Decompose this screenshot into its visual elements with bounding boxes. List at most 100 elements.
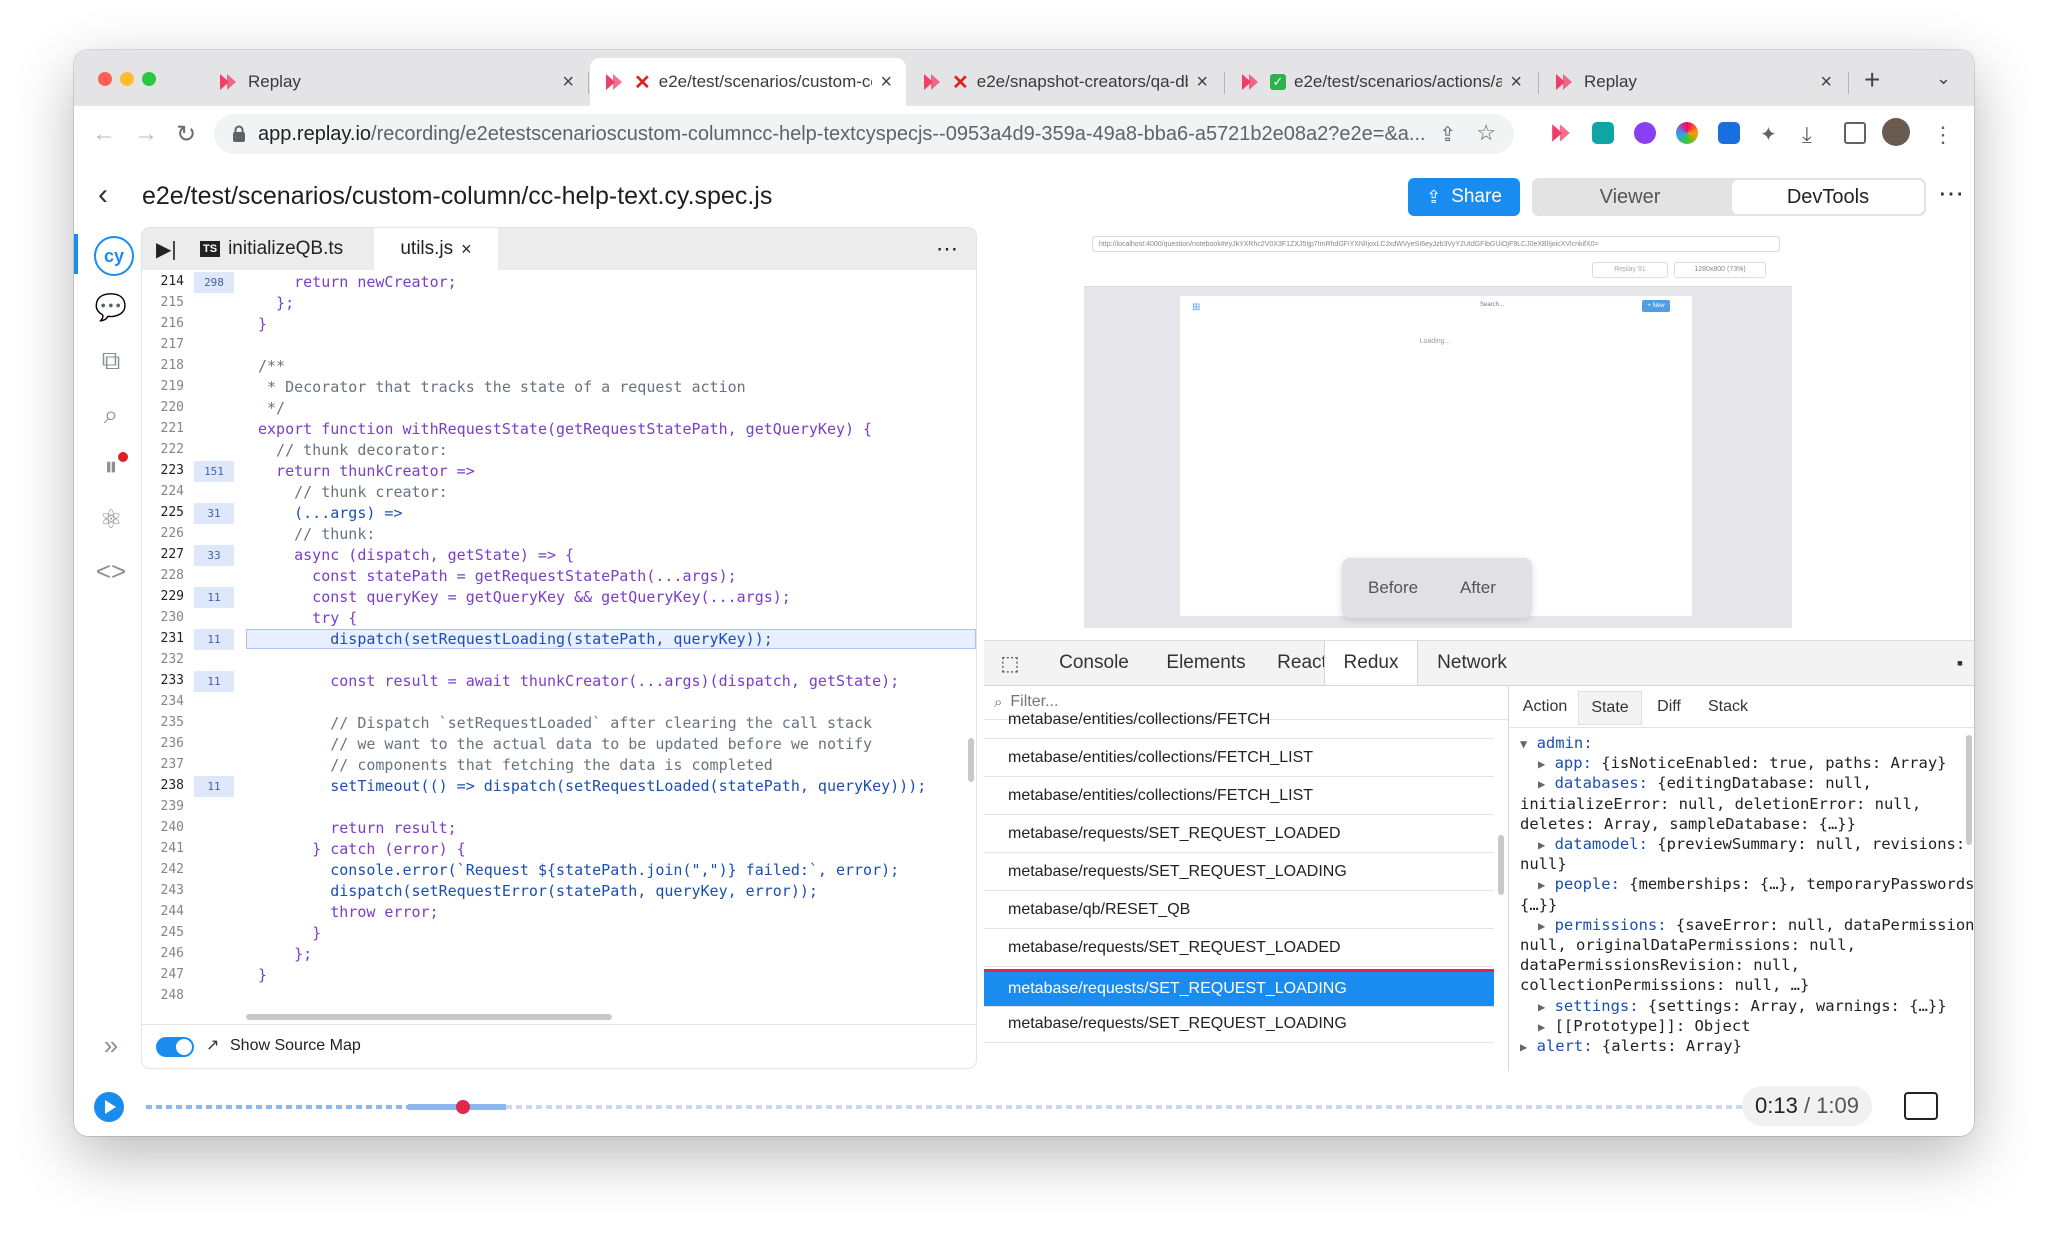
line-number[interactable]: 216 xyxy=(142,316,184,331)
code-line[interactable]: 247} xyxy=(142,965,976,986)
tab-initializeqb[interactable]: TS initializeQB.ts xyxy=(200,228,366,270)
extension-blue-icon[interactable] xyxy=(1718,122,1740,144)
comments-icon[interactable]: 💬 xyxy=(94,290,128,324)
horizontal-scrollbar[interactable] xyxy=(246,1014,612,1020)
line-number[interactable]: 226 xyxy=(142,526,184,541)
line-number[interactable]: 225 xyxy=(142,505,184,520)
playhead-marker[interactable] xyxy=(456,1100,471,1114)
line-number[interactable]: 224 xyxy=(142,484,184,499)
bookmark-star-icon[interactable]: ☆ xyxy=(1476,120,1496,146)
state-tree-row[interactable]: ▶ databases: {editingDatabase: null, xyxy=(1520,773,1974,794)
before-button[interactable]: Before xyxy=(1368,578,1418,598)
code-line[interactable]: 231 11 dispatch(setRequestLoading(statePa… xyxy=(142,629,976,650)
run-play-icon[interactable]: ▶| xyxy=(156,228,177,270)
state-tree-row[interactable]: ▶ app: {isNoticeEnabled: true, paths: Ar… xyxy=(1520,753,1974,774)
action-row[interactable]: metabase/entities/collections/FETCH_LIST xyxy=(984,739,1494,777)
action-row[interactable]: metabase/requests/SET_REQUEST_LOADED xyxy=(984,929,1494,967)
subtab-state[interactable]: State xyxy=(1578,691,1642,725)
browser-tab-4[interactable]: ✓ e2e/test/scenarios/actions/actions.cy.… xyxy=(1226,58,1536,106)
share-page-icon[interactable]: ⇪ xyxy=(1439,122,1456,147)
close-tab-icon[interactable]: × xyxy=(1510,71,1522,94)
code-line[interactable]: 242 console.error(`Request ${statePath.j… xyxy=(142,860,976,881)
action-row[interactable]: metabase/entities/collections/FETCH_LIST xyxy=(984,777,1494,815)
code-view[interactable]: 214 298 return newCreator; 215 }; 216} 217 21… xyxy=(142,272,976,1008)
side-panel-icon[interactable] xyxy=(1844,122,1866,144)
extension-colorwheel-icon[interactable] xyxy=(1676,122,1698,144)
action-row[interactable]: metabase/requests/SET_REQUEST_LOADING xyxy=(984,969,1494,1007)
code-line[interactable]: 227 33 async (dispatch, getState) => { xyxy=(142,545,976,566)
cypress-icon[interactable]: cy xyxy=(94,236,134,276)
line-number[interactable]: 240 xyxy=(142,820,184,835)
line-number[interactable]: 233 xyxy=(142,673,184,688)
line-number[interactable]: 242 xyxy=(142,862,184,877)
collapsed-triangle-icon[interactable]: ▶ xyxy=(1538,919,1545,933)
close-tab-icon[interactable]: × xyxy=(1196,71,1208,94)
code-line[interactable]: 222 // thunk decorator: xyxy=(142,440,976,461)
line-number[interactable]: 218 xyxy=(142,358,184,373)
expanded-triangle-icon[interactable]: ▼ xyxy=(1520,737,1527,751)
code-line[interactable]: 245 } xyxy=(142,923,976,944)
after-button[interactable]: After xyxy=(1460,578,1496,598)
code-line[interactable]: 240 return result; xyxy=(142,818,976,839)
timeline-track[interactable] xyxy=(146,1100,1804,1114)
line-number[interactable]: 237 xyxy=(142,757,184,772)
code-line[interactable]: 221 export function withRequestState(getR… xyxy=(142,419,976,440)
state-scrollbar[interactable] xyxy=(1966,735,1972,845)
editor-more-icon[interactable]: ⋯ xyxy=(936,228,958,270)
back-chevron-icon[interactable]: ‹ xyxy=(98,178,108,212)
tab-utils-js[interactable]: utils.js × xyxy=(374,228,498,270)
state-tree-row[interactable]: ▶ permissions: {saveError: null, dataPer… xyxy=(1520,915,1974,936)
line-number[interactable]: 243 xyxy=(142,883,184,898)
action-row[interactable]: metabase/requests/SET_REQUEST_LOADING xyxy=(984,853,1494,891)
line-number[interactable]: 230 xyxy=(142,610,184,625)
extensions-puzzle-icon[interactable]: ✦ xyxy=(1760,122,1782,146)
line-number[interactable]: 214 xyxy=(142,274,184,289)
code-line[interactable]: 246 }; xyxy=(142,944,976,965)
code-line[interactable]: 223 151 return thunkCreator => xyxy=(142,461,976,482)
state-tree-row[interactable]: ▶ datamodel: {previewSummary: null, revi… xyxy=(1520,834,1974,855)
forward-arrow-icon[interactable]: → xyxy=(134,120,158,148)
code-line[interactable]: 224 // thunk creator: xyxy=(142,482,976,503)
collapsed-triangle-icon[interactable]: ▶ xyxy=(1538,1000,1545,1014)
tab-redux[interactable]: Redux xyxy=(1324,641,1418,685)
code-line[interactable]: 238 11 setTimeout(() => dispatch(setReque… xyxy=(142,776,976,797)
line-number[interactable]: 244 xyxy=(142,904,184,919)
close-window-button[interactable] xyxy=(98,72,112,86)
collapsed-triangle-icon[interactable]: ▶ xyxy=(1538,757,1545,771)
state-tree-row[interactable]: ▶ settings: {settings: Array, warnings: … xyxy=(1520,996,1974,1017)
code-line[interactable]: 235 // Dispatch `setRequestLoaded` after… xyxy=(142,713,976,734)
close-tab-icon[interactable]: × xyxy=(562,71,574,94)
line-number[interactable]: 231 xyxy=(142,631,184,646)
collapsed-triangle-icon[interactable]: ▶ xyxy=(1538,1020,1545,1034)
source-explorer-icon[interactable]: ⧉ xyxy=(94,344,128,378)
code-line[interactable]: 232 xyxy=(142,650,976,671)
close-tab-icon[interactable]: × xyxy=(1820,71,1832,94)
ellipsis-icon[interactable]: ⋯ xyxy=(1938,178,1964,209)
back-arrow-icon[interactable]: ← xyxy=(92,120,116,148)
action-row[interactable]: metabase/entities/collections/FETCH xyxy=(984,701,1494,739)
line-number[interactable]: 241 xyxy=(142,841,184,856)
line-number[interactable]: 247 xyxy=(142,967,184,982)
code-line[interactable]: 237 // components that fetching the data… xyxy=(142,755,976,776)
code-line[interactable]: 218 /** xyxy=(142,356,976,377)
line-number[interactable]: 234 xyxy=(142,694,184,709)
devtools-mode-button[interactable]: DevTools xyxy=(1732,180,1924,214)
line-number[interactable]: 229 xyxy=(142,589,184,604)
play-button[interactable] xyxy=(94,1092,124,1122)
tab-console[interactable]: Console xyxy=(1038,641,1150,685)
code-line[interactable]: 217 xyxy=(142,335,976,356)
search-icon[interactable]: ⌕ xyxy=(94,398,128,432)
code-line[interactable]: 243 dispatch(setRequestError(statePath, … xyxy=(142,881,976,902)
browser-tab-5[interactable]: Replay × xyxy=(1540,58,1846,106)
subtab-diff[interactable]: Diff xyxy=(1644,691,1694,723)
line-number[interactable]: 232 xyxy=(142,652,184,667)
line-number[interactable]: 221 xyxy=(142,421,184,436)
new-tab-plus-icon[interactable]: + xyxy=(1864,64,1880,96)
download-icon[interactable]: ⤓ xyxy=(1802,122,1824,147)
avatar[interactable] xyxy=(1882,118,1910,146)
code-line[interactable]: 244 throw error; xyxy=(142,902,976,923)
browser-tab-2[interactable]: ✕ e2e/test/scenarios/custom-column/cc-he… xyxy=(590,58,906,106)
line-number[interactable]: 217 xyxy=(142,337,184,352)
collapsed-triangle-icon[interactable]: ▶ xyxy=(1538,878,1545,892)
zoom-window-button[interactable] xyxy=(142,72,156,86)
